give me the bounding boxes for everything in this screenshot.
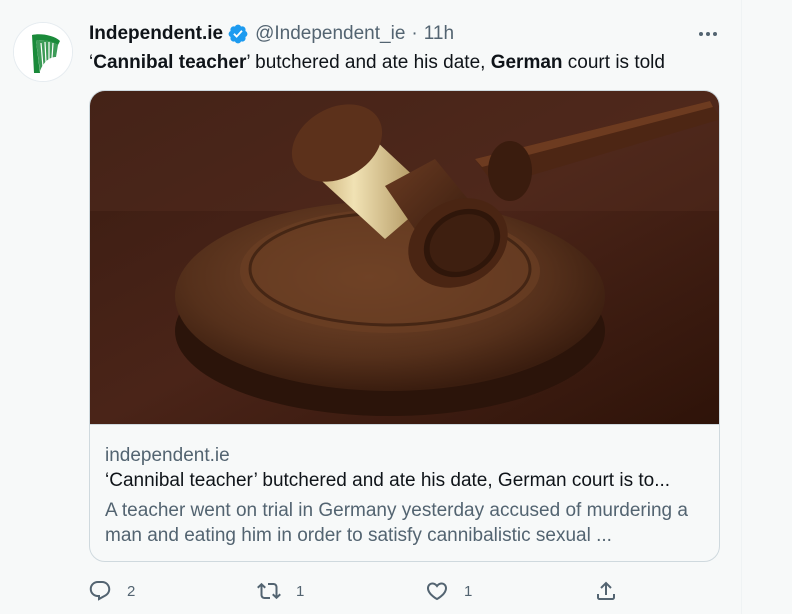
action-bar: 2 1 1: [88, 577, 628, 605]
tweet-article[interactable]: Independent.ie @Independent_ie · 11h ‘Ca…: [0, 0, 741, 614]
retweet-count: 1: [296, 582, 305, 600]
reply-icon: [89, 581, 111, 601]
card-domain: independent.ie: [105, 445, 230, 466]
card-divider: [90, 424, 719, 425]
card-description: A teacher went on trial in Germany yeste…: [105, 500, 688, 546]
timestamp[interactable]: 11h: [424, 23, 454, 45]
avatar[interactable]: [13, 22, 73, 82]
right-gutter: [741, 0, 792, 614]
text-bold-cannibal-teacher: Cannibal teacher: [93, 52, 247, 73]
text-end: court is told: [562, 52, 665, 73]
handle[interactable]: @Independent_ie: [255, 23, 405, 45]
share-icon: [597, 581, 615, 600]
like-button[interactable]: 1: [425, 577, 472, 605]
tweet-text: ‘Cannibal teacher’ butchered and ate his…: [89, 51, 729, 75]
heart-icon: [426, 582, 448, 601]
reply-count: 2: [127, 582, 136, 600]
share-button[interactable]: [594, 577, 618, 605]
retweet-icon: [257, 582, 281, 600]
retweet-button[interactable]: 1: [257, 577, 304, 605]
text-middle: ’ butchered and ate his date,: [246, 52, 491, 73]
display-name[interactable]: Independent.ie: [89, 23, 223, 45]
card-image[interactable]: [90, 91, 719, 424]
verified-badge-icon: [227, 23, 249, 45]
like-count: 1: [464, 582, 473, 600]
card-title: ‘Cannibal teacher’ butchered and ate his…: [105, 470, 671, 491]
harp-logo-icon: [14, 23, 72, 81]
more-icon[interactable]: [696, 24, 720, 44]
reply-button[interactable]: 2: [88, 577, 135, 605]
separator-dot: ·: [411, 23, 418, 44]
tweet-header: Independent.ie @Independent_ie · 11h: [89, 22, 454, 46]
link-card[interactable]: independent.ie ‘Cannibal teacher’ butche…: [89, 90, 720, 562]
text-bold-german: German: [490, 52, 563, 73]
